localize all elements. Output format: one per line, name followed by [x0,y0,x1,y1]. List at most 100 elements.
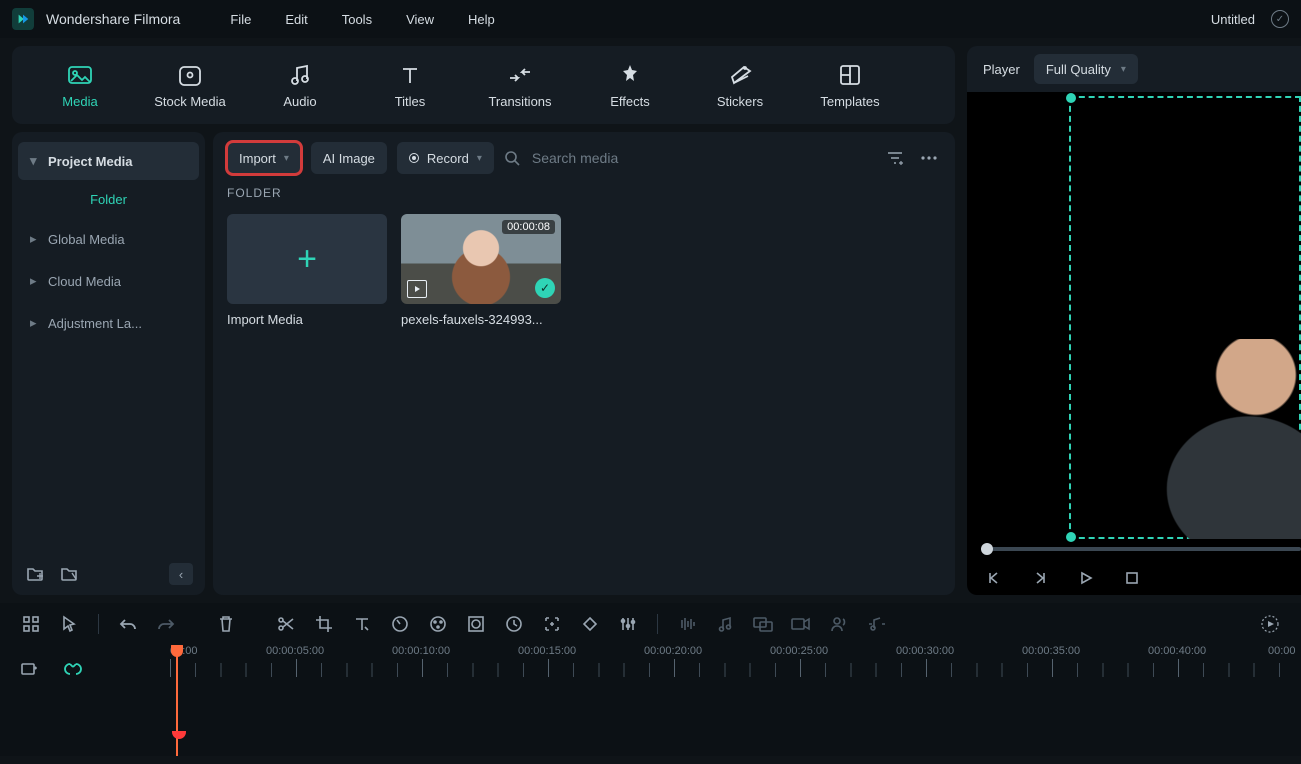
speed-icon[interactable] [385,609,415,639]
timeline-ruler[interactable]: 00:00 00:00:05:00 00:00:10:00 00:00:15:0… [170,645,1301,681]
transitions-icon [507,62,533,88]
audio-mixer-icon[interactable] [672,609,702,639]
timeline: 00:00 00:00:05:00 00:00:10:00 00:00:15:0… [0,645,1301,756]
preview-panel: Player Full Quality ▾ [967,46,1301,595]
sidebar-footer: ‹ [18,559,199,589]
redo-icon[interactable] [151,609,181,639]
add-track-icon[interactable] [14,655,44,685]
media-grid: + Import Media 00:00:08 ✓ pexels-fauxels… [213,200,955,341]
more-icon[interactable] [917,146,941,170]
record-icon [409,153,419,163]
tab-stock-label: Stock Media [154,94,226,109]
tab-stock[interactable]: Stock Media [136,54,244,117]
render-icon[interactable] [1255,609,1285,639]
sidebar-item-label: Cloud Media [48,274,121,289]
delete-icon[interactable] [211,609,241,639]
timeline-tracks[interactable]: 00:00 00:00:05:00 00:00:10:00 00:00:15:0… [170,645,1301,756]
quality-label: Full Quality [1046,62,1111,77]
import-label: Import [239,151,276,166]
import-media-tile[interactable]: + Import Media [227,214,387,327]
magnet-icon[interactable] [58,655,88,685]
tab-titles[interactable]: Titles [356,54,464,117]
color-icon[interactable] [423,609,453,639]
sidebar-item-project-media[interactable]: ▾ Project Media [18,142,199,180]
filter-icon[interactable] [883,146,907,170]
record-label: Record [427,151,469,166]
stop-button[interactable] [1121,567,1143,589]
split-icon[interactable] [271,609,301,639]
audio-stretch-icon[interactable] [862,609,892,639]
scrub-handle[interactable] [981,543,993,555]
imported-check-icon: ✓ [535,278,555,298]
ruler-label: 00:00:35:00 [1022,645,1080,657]
undo-icon[interactable] [113,609,143,639]
chroma-icon[interactable] [499,609,529,639]
tab-templates[interactable]: Templates [796,54,904,117]
media-content-toolbar: Import ▾ AI Image Record ▾ [213,132,955,184]
voice-icon[interactable] [824,609,854,639]
chevron-down-icon: ▾ [477,153,482,164]
sidebar-item-global-media[interactable]: ▸ Global Media [18,220,199,258]
collapse-sidebar-button[interactable]: ‹ [169,563,193,585]
menu-edit[interactable]: Edit [271,8,321,31]
ruler-label: 00:00:05:00 [266,645,324,657]
audio-beat-icon[interactable] [710,609,740,639]
import-button[interactable]: Import ▾ [227,142,301,174]
cloud-sync-icon[interactable]: ✓ [1271,10,1289,28]
play-button[interactable] [1075,567,1097,589]
timeline-marker[interactable] [172,731,186,739]
next-frame-button[interactable] [1029,567,1051,589]
select-tool-icon[interactable] [54,609,84,639]
tab-effects-label: Effects [610,94,650,109]
crop-icon[interactable] [309,609,339,639]
record-button[interactable]: Record ▾ [397,142,494,174]
chevron-down-icon: ▾ [284,153,289,164]
tab-transitions-label: Transitions [488,94,551,109]
media-content: Import ▾ AI Image Record ▾ [213,132,955,595]
prev-frame-button[interactable] [983,567,1005,589]
menu-tools[interactable]: Tools [328,8,386,31]
sidebar-item-label: Project Media [48,154,133,169]
preview-content [1151,339,1301,539]
tab-stickers-label: Stickers [717,94,763,109]
sidebar-item-cloud-media[interactable]: ▸ Cloud Media [18,262,199,300]
media-search-input[interactable] [530,149,873,167]
ruler-label: 00:00 [1268,645,1296,657]
scrub-track[interactable] [981,547,1301,551]
subtitle-icon[interactable] [748,609,778,639]
new-folder-icon[interactable] [24,563,46,585]
sidebar-subitem-folder[interactable]: Folder [18,184,199,216]
timeline-toolbar [0,603,1301,645]
keyframe-icon[interactable] [575,609,605,639]
menu-view[interactable]: View [392,8,448,31]
adjust-icon[interactable] [613,609,643,639]
media-clip-tile[interactable]: 00:00:08 ✓ pexels-fauxels-324993... [401,214,561,327]
record-cam-icon[interactable] [786,609,816,639]
clip-label: pexels-fauxels-324993... [401,312,561,327]
video-type-icon [407,280,427,298]
menu-help[interactable]: Help [454,8,509,31]
playhead[interactable] [176,645,178,756]
layout-icon[interactable] [16,609,46,639]
ai-image-button[interactable]: AI Image [311,142,387,174]
chevron-right-icon: ▸ [30,231,40,247]
tab-stickers[interactable]: Stickers [686,54,794,117]
sidebar-item-adjustment-layer[interactable]: ▸ Adjustment La... [18,304,199,342]
playhead-handle[interactable] [171,645,183,657]
tab-audio-label: Audio [283,94,316,109]
media-icon [67,62,93,88]
mask-icon[interactable] [461,609,491,639]
track-focus-icon[interactable] [537,609,567,639]
tab-effects[interactable]: Effects [576,54,684,117]
tab-transitions[interactable]: Transitions [466,54,574,117]
unlink-folder-icon[interactable] [58,563,80,585]
project-title[interactable]: Untitled [1211,12,1255,27]
quality-select[interactable]: Full Quality ▾ [1034,54,1138,84]
tab-media[interactable]: Media [26,54,134,117]
menu-file[interactable]: File [216,8,265,31]
preview-canvas[interactable] [967,92,1301,595]
chevron-right-icon: ▸ [30,273,40,289]
text-icon[interactable] [347,609,377,639]
duration-badge: 00:00:08 [502,220,555,234]
tab-audio[interactable]: Audio [246,54,354,117]
